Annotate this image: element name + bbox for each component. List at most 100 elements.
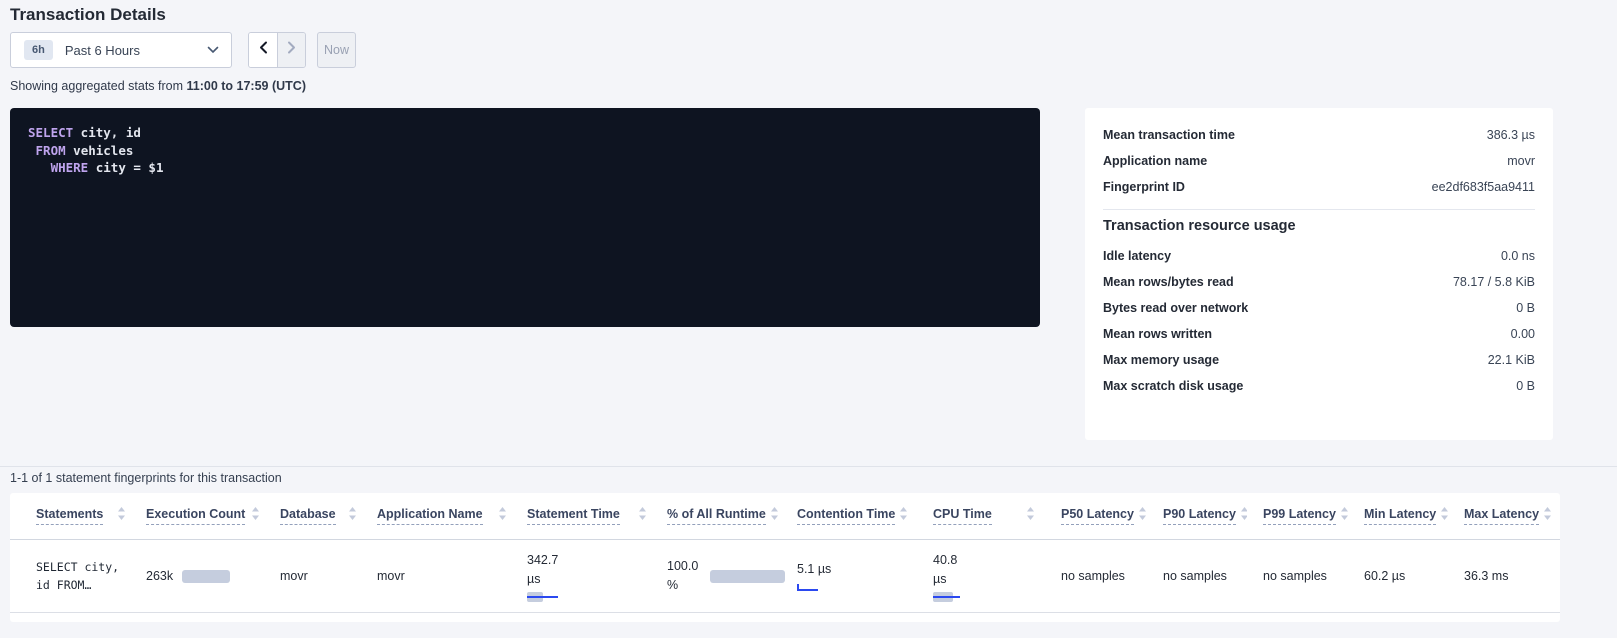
time-window-pager	[248, 32, 306, 68]
column-header-max-latency: Max Latency	[1448, 493, 1560, 539]
sql-line: SELECT city, id	[28, 124, 1022, 142]
summary-label: Idle latency	[1103, 249, 1171, 263]
statement-time-unit: µs	[527, 570, 558, 589]
chevron-left-icon	[259, 41, 268, 59]
cell-max-latency: 36.3 ms	[1448, 540, 1560, 612]
statement-fingerprint-link[interactable]: SELECT city, id FROM…	[36, 558, 119, 594]
sql-keyword: WHERE	[28, 160, 88, 175]
column-label[interactable]: P50 Latency	[1061, 507, 1134, 525]
p50-latency-value: no samples	[1061, 569, 1125, 583]
sort-arrows-icon[interactable]	[1543, 506, 1552, 526]
cell-statement-time: 342.7 µs	[517, 540, 657, 612]
cell-p90-latency: no samples	[1147, 540, 1247, 612]
cell-statement: SELECT city, id FROM…	[10, 540, 136, 612]
column-label[interactable]: Max Latency	[1464, 507, 1539, 525]
summary-label: Mean rows/bytes read	[1103, 275, 1234, 289]
statement-text-line: SELECT city,	[36, 558, 119, 576]
max-latency-value: 36.3 ms	[1464, 569, 1508, 583]
statement-time-bar-stddev	[527, 596, 558, 599]
sql-text: city, id	[73, 125, 141, 140]
column-label[interactable]: P99 Latency	[1263, 507, 1336, 525]
summary-row-idle-latency: Idle latency 0.0 ns	[1103, 243, 1535, 269]
statement-time-bar	[527, 592, 558, 602]
summary-label: Mean rows written	[1103, 327, 1212, 341]
sort-arrows-icon[interactable]	[117, 506, 126, 526]
column-label[interactable]: Statements	[36, 507, 103, 525]
column-header-pct-of-all-runtime: % of All Runtime	[657, 493, 787, 539]
summary-value: 0 B	[1516, 301, 1535, 315]
next-window-button[interactable]	[277, 33, 305, 67]
cell-database: movr	[270, 540, 367, 612]
summary-divider	[1103, 209, 1535, 210]
column-label[interactable]: Database	[280, 507, 336, 525]
summary-value: 78.17 / 5.8 KiB	[1453, 275, 1535, 289]
sql-line: WHERE city = $1	[28, 159, 1022, 177]
summary-value: 0 B	[1516, 379, 1535, 393]
application-name-value: movr	[377, 569, 405, 583]
summary-row-application-name: Application name movr	[1103, 148, 1535, 174]
column-header-min-latency: Min Latency	[1348, 493, 1448, 539]
sort-arrows-icon[interactable]	[348, 506, 357, 526]
pct-runtime-unit: %	[667, 576, 698, 595]
aggregated-stats-caption: Showing aggregated stats from 11:00 to 1…	[10, 79, 306, 93]
column-label[interactable]: Statement Time	[527, 507, 620, 525]
summary-label: Mean transaction time	[1103, 128, 1235, 142]
contention-time-value: 5.1 µs	[797, 560, 831, 579]
statement-text-line: id FROM…	[36, 576, 119, 594]
p99-latency-value: no samples	[1263, 569, 1327, 583]
column-header-application-name: Application Name	[367, 493, 517, 539]
column-label[interactable]: Min Latency	[1364, 507, 1436, 525]
sort-arrows-icon[interactable]	[251, 506, 260, 526]
column-header-p50-latency: P50 Latency	[1045, 493, 1147, 539]
sort-arrows-icon[interactable]	[1240, 506, 1247, 526]
statement-row: SELECT city, id FROM… 263k movr movr 342…	[10, 540, 1560, 613]
execution-count-value: 263k	[146, 569, 173, 583]
statements-table: Statements Execution Count Database Appl…	[10, 493, 1560, 622]
column-label[interactable]: CPU Time	[933, 507, 992, 525]
pct-runtime-bar	[710, 570, 785, 583]
summary-value: movr	[1507, 154, 1535, 168]
column-label[interactable]: P90 Latency	[1163, 507, 1236, 525]
column-label[interactable]: Application Name	[377, 507, 483, 525]
column-label[interactable]: % of All Runtime	[667, 507, 766, 525]
cell-min-latency: 60.2 µs	[1348, 540, 1448, 612]
previous-window-button[interactable]	[249, 33, 277, 67]
cell-cpu-time: 40.8 µs	[917, 540, 1045, 612]
time-range-label: Past 6 Hours	[65, 43, 207, 58]
summary-row-mean-rows-written: Mean rows written 0.00	[1103, 321, 1535, 347]
p90-latency-value: no samples	[1163, 569, 1227, 583]
cpu-time-unit: µs	[933, 570, 960, 589]
cpu-time-bar-stddev	[933, 596, 960, 599]
caption-prefix: Showing aggregated stats from	[10, 79, 187, 93]
summary-value: 0.00	[1511, 327, 1535, 341]
sort-arrows-icon[interactable]	[1440, 506, 1448, 526]
cell-contention-time: 5.1 µs	[787, 540, 917, 612]
sql-line: FROM vehicles	[28, 142, 1022, 160]
sort-arrows-icon[interactable]	[638, 506, 647, 526]
sort-arrows-icon[interactable]	[1340, 506, 1348, 526]
summary-label: Fingerprint ID	[1103, 180, 1185, 194]
summary-label: Max memory usage	[1103, 353, 1219, 367]
summary-label: Application name	[1103, 154, 1207, 168]
summary-label: Max scratch disk usage	[1103, 379, 1243, 393]
contention-time-bar	[797, 584, 818, 592]
transaction-summary-card: Mean transaction time 386.3 µs Applicati…	[1085, 108, 1553, 440]
now-button[interactable]: Now	[317, 32, 356, 68]
summary-row-mean-transaction-time: Mean transaction time 386.3 µs	[1103, 122, 1535, 148]
column-label[interactable]: Contention Time	[797, 507, 895, 525]
column-header-cpu-time: CPU Time	[917, 493, 1045, 539]
summary-row-fingerprint-id: Fingerprint ID ee2df683f5aa9411	[1103, 174, 1535, 200]
sort-arrows-icon[interactable]	[770, 506, 779, 526]
min-latency-value: 60.2 µs	[1364, 569, 1405, 583]
sql-statement-box: SELECT city, id FROM vehicles WHERE city…	[10, 108, 1040, 327]
sort-arrows-icon[interactable]	[899, 506, 908, 526]
sort-arrows-icon[interactable]	[1138, 506, 1147, 526]
sort-arrows-icon[interactable]	[1026, 506, 1035, 526]
time-range-dropdown[interactable]: 6h Past 6 Hours	[10, 32, 232, 68]
column-header-database: Database	[270, 493, 367, 539]
database-value: movr	[280, 569, 308, 583]
caption-time-range: 11:00 to 17:59 (UTC)	[187, 79, 306, 93]
sql-text: city = $1	[88, 160, 163, 175]
column-label[interactable]: Execution Count	[146, 507, 245, 525]
sort-arrows-icon[interactable]	[498, 506, 507, 526]
